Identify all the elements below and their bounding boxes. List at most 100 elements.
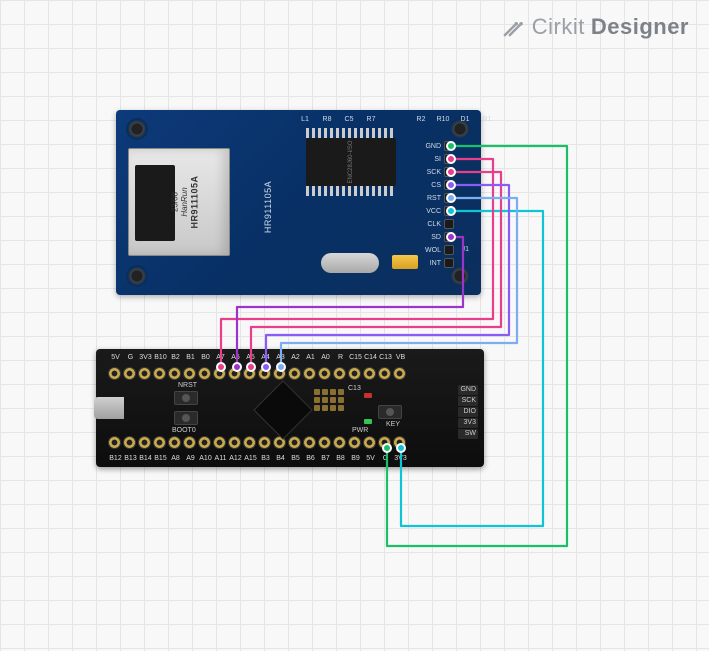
swd-label-sw: SW xyxy=(458,429,478,439)
eth-pin-wol[interactable]: WOL xyxy=(443,244,455,256)
usb-c-port-icon xyxy=(94,397,124,419)
nrst-button[interactable] xyxy=(174,391,198,405)
pin-label: B15 xyxy=(153,455,168,462)
pin-label: 3V3 xyxy=(393,455,408,462)
stm-top-pin-vb[interactable] xyxy=(393,367,406,380)
pin-label: B10 xyxy=(153,354,168,361)
smd-label: R1 xyxy=(478,116,496,123)
eth-pin-gnd[interactable]: GND xyxy=(443,140,455,152)
stm-top-pin-c14[interactable] xyxy=(363,367,376,380)
stm-top-pin-b10[interactable] xyxy=(153,367,166,380)
enc28j60-ethernet-module[interactable]: HR911105A HanRun 23/08 HR911105A ENC28J6… xyxy=(116,110,481,295)
stm-top-pin-a0[interactable] xyxy=(318,367,331,380)
pwr-led-icon xyxy=(364,419,372,424)
swd-label-gnd: GND xyxy=(458,385,478,395)
pin-label: G xyxy=(378,455,393,462)
rj45-maker-label: HanRun xyxy=(180,187,189,216)
pin-label: A11 xyxy=(213,455,228,462)
pin-label: B13 xyxy=(123,455,138,462)
pin-label: A9 xyxy=(183,455,198,462)
stm-bot-pin-b9[interactable] xyxy=(348,436,361,449)
smd-label: L1 xyxy=(296,116,314,123)
eth-pin-label: CS xyxy=(431,182,441,189)
eth-pin-si[interactable]: SI xyxy=(443,153,455,165)
key-button[interactable] xyxy=(378,405,402,419)
swd-label-3v3: 3V3 xyxy=(458,418,478,428)
pin-label: B6 xyxy=(303,455,318,462)
smd-label: C5 xyxy=(340,116,358,123)
pin-label: B4 xyxy=(273,455,288,462)
stm-bot-pin-3v3[interactable] xyxy=(393,436,406,449)
stm-top-pin-a5[interactable] xyxy=(243,367,256,380)
eth-pin-vcc[interactable]: VCC xyxy=(443,205,455,217)
stm-bot-pin-a8[interactable] xyxy=(168,436,181,449)
stm-bot-pin-b12[interactable] xyxy=(108,436,121,449)
enc28j60-chip: ENC28J60-I/SO xyxy=(306,138,396,186)
eth-pin-label: WOL xyxy=(425,247,441,254)
breadboard-canvas[interactable]: Cirkit Designer HR911105A HanRun 23/08 H… xyxy=(0,0,709,651)
stm-top-pin-a4[interactable] xyxy=(258,367,271,380)
eth-pin-int[interactable]: INT xyxy=(443,257,455,269)
c13-led-label: C13 xyxy=(348,385,361,392)
smd-label: R8 xyxy=(318,116,336,123)
eth-pin-cs[interactable]: CS xyxy=(443,179,455,191)
eth-pin-label: GND xyxy=(425,143,441,150)
mount-hole-icon xyxy=(126,118,148,140)
pin-label: B5 xyxy=(288,455,303,462)
stm-top-pin-c15[interactable] xyxy=(348,367,361,380)
stm-top-pin-a3[interactable] xyxy=(273,367,286,380)
stm-bot-pin-a10[interactable] xyxy=(198,436,211,449)
mount-hole-icon xyxy=(126,265,148,287)
stm-bot-pin-b14[interactable] xyxy=(138,436,151,449)
stm-bot-pin-a9[interactable] xyxy=(183,436,196,449)
stm-top-pin-b2[interactable] xyxy=(168,367,181,380)
stm-top-pin-c13[interactable] xyxy=(378,367,391,380)
swd-side-labels: GNDSCKDIO3V3SW xyxy=(458,385,478,439)
pin-label: B0 xyxy=(198,354,213,361)
stm-bot-pin-b5[interactable] xyxy=(288,436,301,449)
stm-bot-pin-a11[interactable] xyxy=(213,436,226,449)
stm-bot-pin-b7[interactable] xyxy=(318,436,331,449)
stm-top-pin-b0[interactable] xyxy=(198,367,211,380)
stm32-blackpill-board[interactable]: 5VG3V3B10B2B1B0A7A6A5A4A3A2A1A0RC15C14C1… xyxy=(96,349,484,467)
ethernet-pin-header[interactable]: GNDSISCKCSRSTVCCCLKSDWOLINT xyxy=(443,140,455,269)
stm-bot-pin-b6[interactable] xyxy=(303,436,316,449)
bottom-pin-row[interactable] xyxy=(108,436,408,449)
pin-label: G xyxy=(123,354,138,361)
stm-top-pin-5v[interactable] xyxy=(108,367,121,380)
stm-top-pin-a2[interactable] xyxy=(288,367,301,380)
boot0-button[interactable] xyxy=(174,411,198,425)
stm-top-pin-g[interactable] xyxy=(123,367,136,380)
eth-pin-label: INT xyxy=(430,260,441,267)
stm-bot-pin-b3[interactable] xyxy=(258,436,271,449)
eth-pin-label: SI xyxy=(434,156,441,163)
stm-bot-pin-a15[interactable] xyxy=(243,436,256,449)
eth-pin-clk[interactable]: CLK xyxy=(443,218,455,230)
pin-label: A10 xyxy=(198,455,213,462)
top-pin-row[interactable] xyxy=(108,367,408,380)
pin-label: A12 xyxy=(228,455,243,462)
stm-top-pin-3v3[interactable] xyxy=(138,367,151,380)
pin-label: B7 xyxy=(318,455,333,462)
eth-pin-label: CLK xyxy=(427,221,441,228)
boot0-label: BOOT0 xyxy=(172,427,196,434)
stm-top-pin-r[interactable] xyxy=(333,367,346,380)
stm-bot-pin-g[interactable] xyxy=(378,436,391,449)
stm-bot-pin-b15[interactable] xyxy=(153,436,166,449)
stm-bot-pin-5v[interactable] xyxy=(363,436,376,449)
smd-row-left: L1R8C5R7 xyxy=(296,116,380,123)
pin-label: A15 xyxy=(243,455,258,462)
pin-label: 3V3 xyxy=(138,354,153,361)
nrst-label: NRST xyxy=(178,382,197,389)
stm-top-pin-a6[interactable] xyxy=(228,367,241,380)
eth-pin-sck[interactable]: SCK xyxy=(443,166,455,178)
stm-bot-pin-b13[interactable] xyxy=(123,436,136,449)
stm-top-pin-a7[interactable] xyxy=(213,367,226,380)
stm-bot-pin-a12[interactable] xyxy=(228,436,241,449)
pin-label: B8 xyxy=(333,455,348,462)
stm-top-pin-a1[interactable] xyxy=(303,367,316,380)
eth-pin-rst[interactable]: RST xyxy=(443,192,455,204)
stm-top-pin-b1[interactable] xyxy=(183,367,196,380)
eth-pin-sd[interactable]: SD xyxy=(443,231,455,243)
stm-bot-pin-b8[interactable] xyxy=(333,436,346,449)
